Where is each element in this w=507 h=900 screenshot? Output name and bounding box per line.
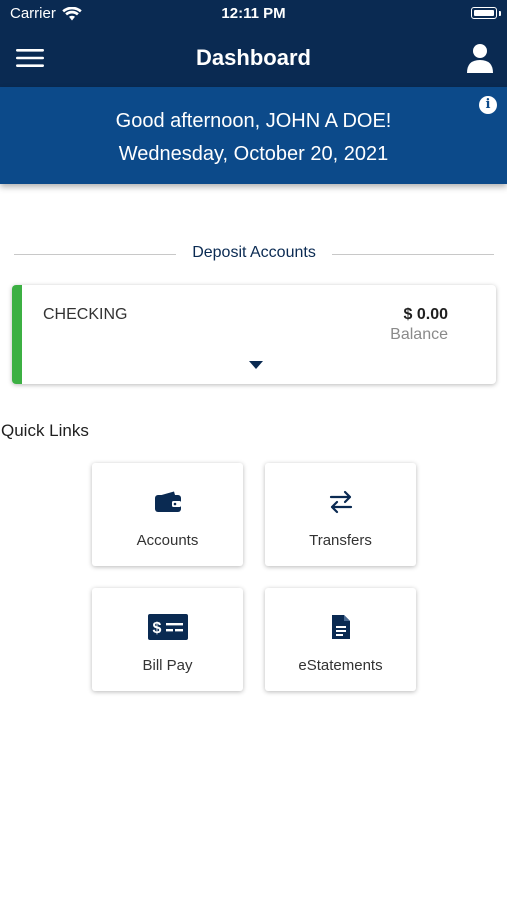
tile-label-transfers: Transfers <box>309 532 372 549</box>
quick-link-accounts[interactable]: Accounts <box>92 463 243 566</box>
wallet-icon <box>154 491 181 512</box>
account-accent-bar <box>12 285 22 384</box>
quick-link-bill-pay[interactable]: $ Bill Pay <box>92 588 243 691</box>
account-balance: $ 0.00 <box>403 306 448 323</box>
tile-icon-wrap <box>265 612 416 642</box>
quick-link-estatements[interactable]: eStatements <box>265 588 416 691</box>
quick-link-transfers[interactable]: Transfers <box>265 463 416 566</box>
battery-cap <box>499 11 501 16</box>
greeting-date: Wednesday, October 20, 2021 <box>118 143 389 165</box>
quick-links-title: Quick Links <box>1 421 89 440</box>
tile-label-estatements: eStatements <box>298 657 383 674</box>
account-name: CHECKING <box>43 306 128 323</box>
caret-down-icon <box>249 361 263 369</box>
page-title: Dashboard <box>196 45 311 70</box>
tile-icon-wrap <box>265 487 416 517</box>
tile-icon-wrap <box>92 487 243 517</box>
document-icon <box>331 615 350 639</box>
tile-label-accounts: Accounts <box>136 532 199 549</box>
status-bar: Carrier 12:11 PM <box>0 0 507 28</box>
info-icon[interactable]: i <box>479 96 497 114</box>
greeting-text: Good afternoon, JOHN A DOE! <box>115 110 392 132</box>
expand-account-button[interactable] <box>245 358 267 372</box>
deposit-accounts-title: Deposit Accounts <box>192 244 316 261</box>
bill-pay-icon: $ <box>147 614 188 640</box>
account-card-checking[interactable]: CHECKING $ 0.00 Balance <box>12 285 496 384</box>
nav-bar: Dashboard <box>0 28 507 87</box>
transfer-arrows-icon <box>329 490 352 514</box>
profile-button[interactable] <box>465 42 495 74</box>
account-balance-label: Balance <box>390 326 448 343</box>
svg-text:$: $ <box>152 620 161 637</box>
tile-label-bill-pay: Bill Pay <box>142 657 193 674</box>
battery-icon <box>471 7 497 19</box>
deposit-accounts-header: Deposit Accounts <box>14 244 494 264</box>
status-time: 12:11 PM <box>221 5 286 22</box>
user-profile-icon <box>467 44 493 73</box>
greeting-banner: Good afternoon, JOHN A DOE! Wednesday, O… <box>0 87 507 184</box>
divider-right <box>332 254 494 255</box>
tile-icon-wrap: $ <box>92 612 243 642</box>
